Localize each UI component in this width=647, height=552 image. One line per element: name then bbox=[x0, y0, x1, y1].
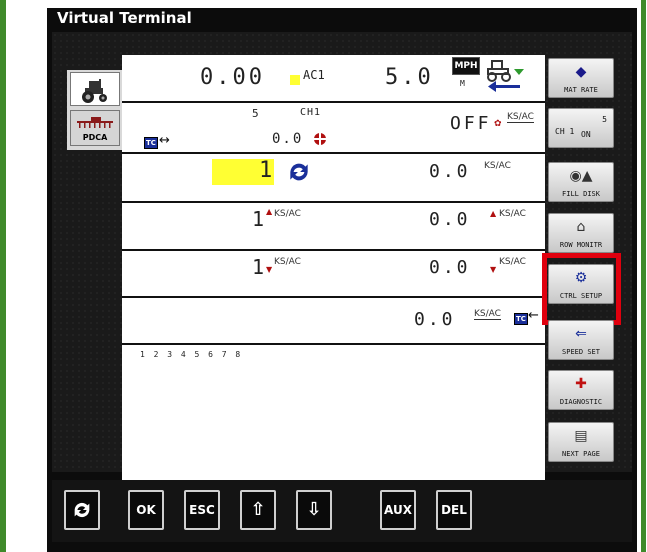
row1-speed: 5.0 bbox=[385, 65, 434, 90]
ctrl-setup-highlight bbox=[542, 253, 621, 325]
mat-rate-label: MAT RATE bbox=[564, 86, 598, 94]
speed-unit-bottom: M bbox=[460, 79, 465, 88]
arrow-up-icon: ⇧ bbox=[250, 499, 266, 520]
target-icon bbox=[314, 133, 326, 145]
ch1-on-label: ON bbox=[581, 130, 591, 139]
tab-tractor[interactable] bbox=[70, 72, 120, 106]
seed-up-icon: ▲ bbox=[490, 209, 497, 218]
next-page-label: NEXT PAGE bbox=[562, 450, 600, 458]
left-right-arrow-icon: ↔ bbox=[159, 133, 170, 148]
next-page-button[interactable]: ▤ NEXT PAGE bbox=[548, 422, 614, 462]
row3-count: 1 bbox=[259, 158, 273, 183]
row5-count: 1 bbox=[252, 255, 265, 279]
row1-unit-label: AC1 bbox=[303, 68, 325, 82]
row3-value: 0.0 bbox=[429, 161, 471, 182]
row5-unit-right: KS/AC bbox=[499, 257, 526, 267]
ch1-on-button[interactable]: CH 1 ON 5 bbox=[548, 108, 614, 148]
speed-set-icon: ⇐ bbox=[575, 326, 587, 342]
esc-button[interactable]: ESC bbox=[184, 490, 220, 530]
seed-icon: ✿ bbox=[494, 119, 502, 129]
row4-value: 0.0 bbox=[429, 209, 471, 230]
speed-unit-top: MPH bbox=[454, 61, 478, 71]
diagnostic-button[interactable]: ✚ DIAGNOSTIC bbox=[548, 370, 614, 410]
tab-pdca-label: PDCA bbox=[82, 133, 108, 142]
speed-unit-badge: MPH bbox=[452, 57, 480, 75]
row3-unit: KS/AC bbox=[484, 161, 511, 171]
del-button[interactable]: DEL bbox=[436, 490, 472, 530]
row6-unit: KS/AC bbox=[474, 309, 501, 320]
row5-value: 0.0 bbox=[429, 257, 471, 278]
ok-button[interactable]: OK bbox=[128, 490, 164, 530]
row-separator bbox=[122, 249, 545, 251]
seed-down-icon: ▼ bbox=[266, 265, 273, 274]
diagnostic-label: DIAGNOSTIC bbox=[559, 398, 603, 406]
fill-disk-button[interactable]: ◉▲ FILL DISK bbox=[548, 162, 614, 202]
row-monitor-icon: ⌂ bbox=[576, 219, 586, 235]
row4-count: 1 bbox=[252, 207, 265, 231]
row-separator bbox=[122, 152, 545, 154]
down-button[interactable]: ⇩ bbox=[296, 490, 332, 530]
ch1-prefix: CH 1 bbox=[555, 127, 575, 136]
speed-set-button[interactable]: ⇐ SPEED SET bbox=[548, 320, 614, 360]
row2-channel-label: CH1 bbox=[300, 107, 322, 118]
tractor-icon bbox=[82, 79, 107, 103]
aux-button[interactable]: AUX bbox=[380, 490, 416, 530]
row2-unit: KS/AC bbox=[507, 112, 534, 123]
fill-disk-label: FILL DISK bbox=[562, 190, 600, 198]
up-button[interactable]: ⇧ bbox=[240, 490, 276, 530]
tc-badge: TC bbox=[144, 137, 158, 149]
row2-status: OFF bbox=[450, 113, 492, 134]
mat-rate-icon: ◆ bbox=[575, 64, 587, 80]
speed-set-label: SPEED SET bbox=[562, 348, 600, 356]
section-numbers: 1 2 3 4 5 6 7 8 bbox=[140, 350, 243, 359]
row2-value: 0.0 bbox=[272, 131, 304, 147]
arrow-left-icon: ← bbox=[528, 308, 539, 323]
row2-channel-number: 5 bbox=[252, 107, 259, 120]
row5-unit: KS/AC bbox=[274, 257, 301, 267]
row-separator bbox=[122, 101, 545, 103]
arrow-down-icon: ⇩ bbox=[306, 499, 322, 520]
row-separator bbox=[122, 343, 545, 345]
row6-value: 0.0 bbox=[414, 309, 456, 330]
refresh-icon bbox=[290, 163, 308, 181]
left-border bbox=[0, 0, 6, 552]
main-panel: 0.00 AC1 5.0 MPH M 5 CH1 TC ↔ 0.0 OFF KS… bbox=[122, 55, 545, 485]
tab-pdca[interactable]: PDCA bbox=[70, 110, 120, 146]
seed-up-icon: ▲ bbox=[266, 207, 273, 216]
row1-rate: 0.00 bbox=[200, 65, 265, 90]
mat-rate-button[interactable]: ◆ MAT RATE bbox=[548, 58, 614, 98]
row4-unit-right: KS/AC bbox=[499, 209, 526, 219]
seed-down-icon: ▼ bbox=[490, 265, 497, 274]
row-monitor-label: ROW MONITR bbox=[559, 241, 603, 249]
row-monitor-button[interactable]: ⌂ ROW MONITR bbox=[548, 213, 614, 253]
refresh-button[interactable] bbox=[64, 490, 100, 530]
window-title: Virtual Terminal bbox=[47, 8, 637, 28]
next-page-icon: ▤ bbox=[574, 428, 588, 444]
row4-unit: KS/AC bbox=[274, 209, 301, 219]
row1-color-swatch bbox=[290, 75, 300, 85]
row-separator bbox=[122, 296, 545, 298]
tc-badge: TC bbox=[514, 313, 528, 325]
right-border bbox=[638, 0, 647, 552]
tractor-direction-icon bbox=[487, 60, 524, 92]
row-separator bbox=[122, 201, 545, 203]
fill-disk-icon: ◉▲ bbox=[569, 168, 593, 184]
diagnostic-icon: ✚ bbox=[575, 376, 587, 392]
refresh-icon bbox=[74, 502, 90, 518]
ch1-superscript: 5 bbox=[602, 115, 607, 124]
sprayer-icon bbox=[77, 117, 113, 128]
